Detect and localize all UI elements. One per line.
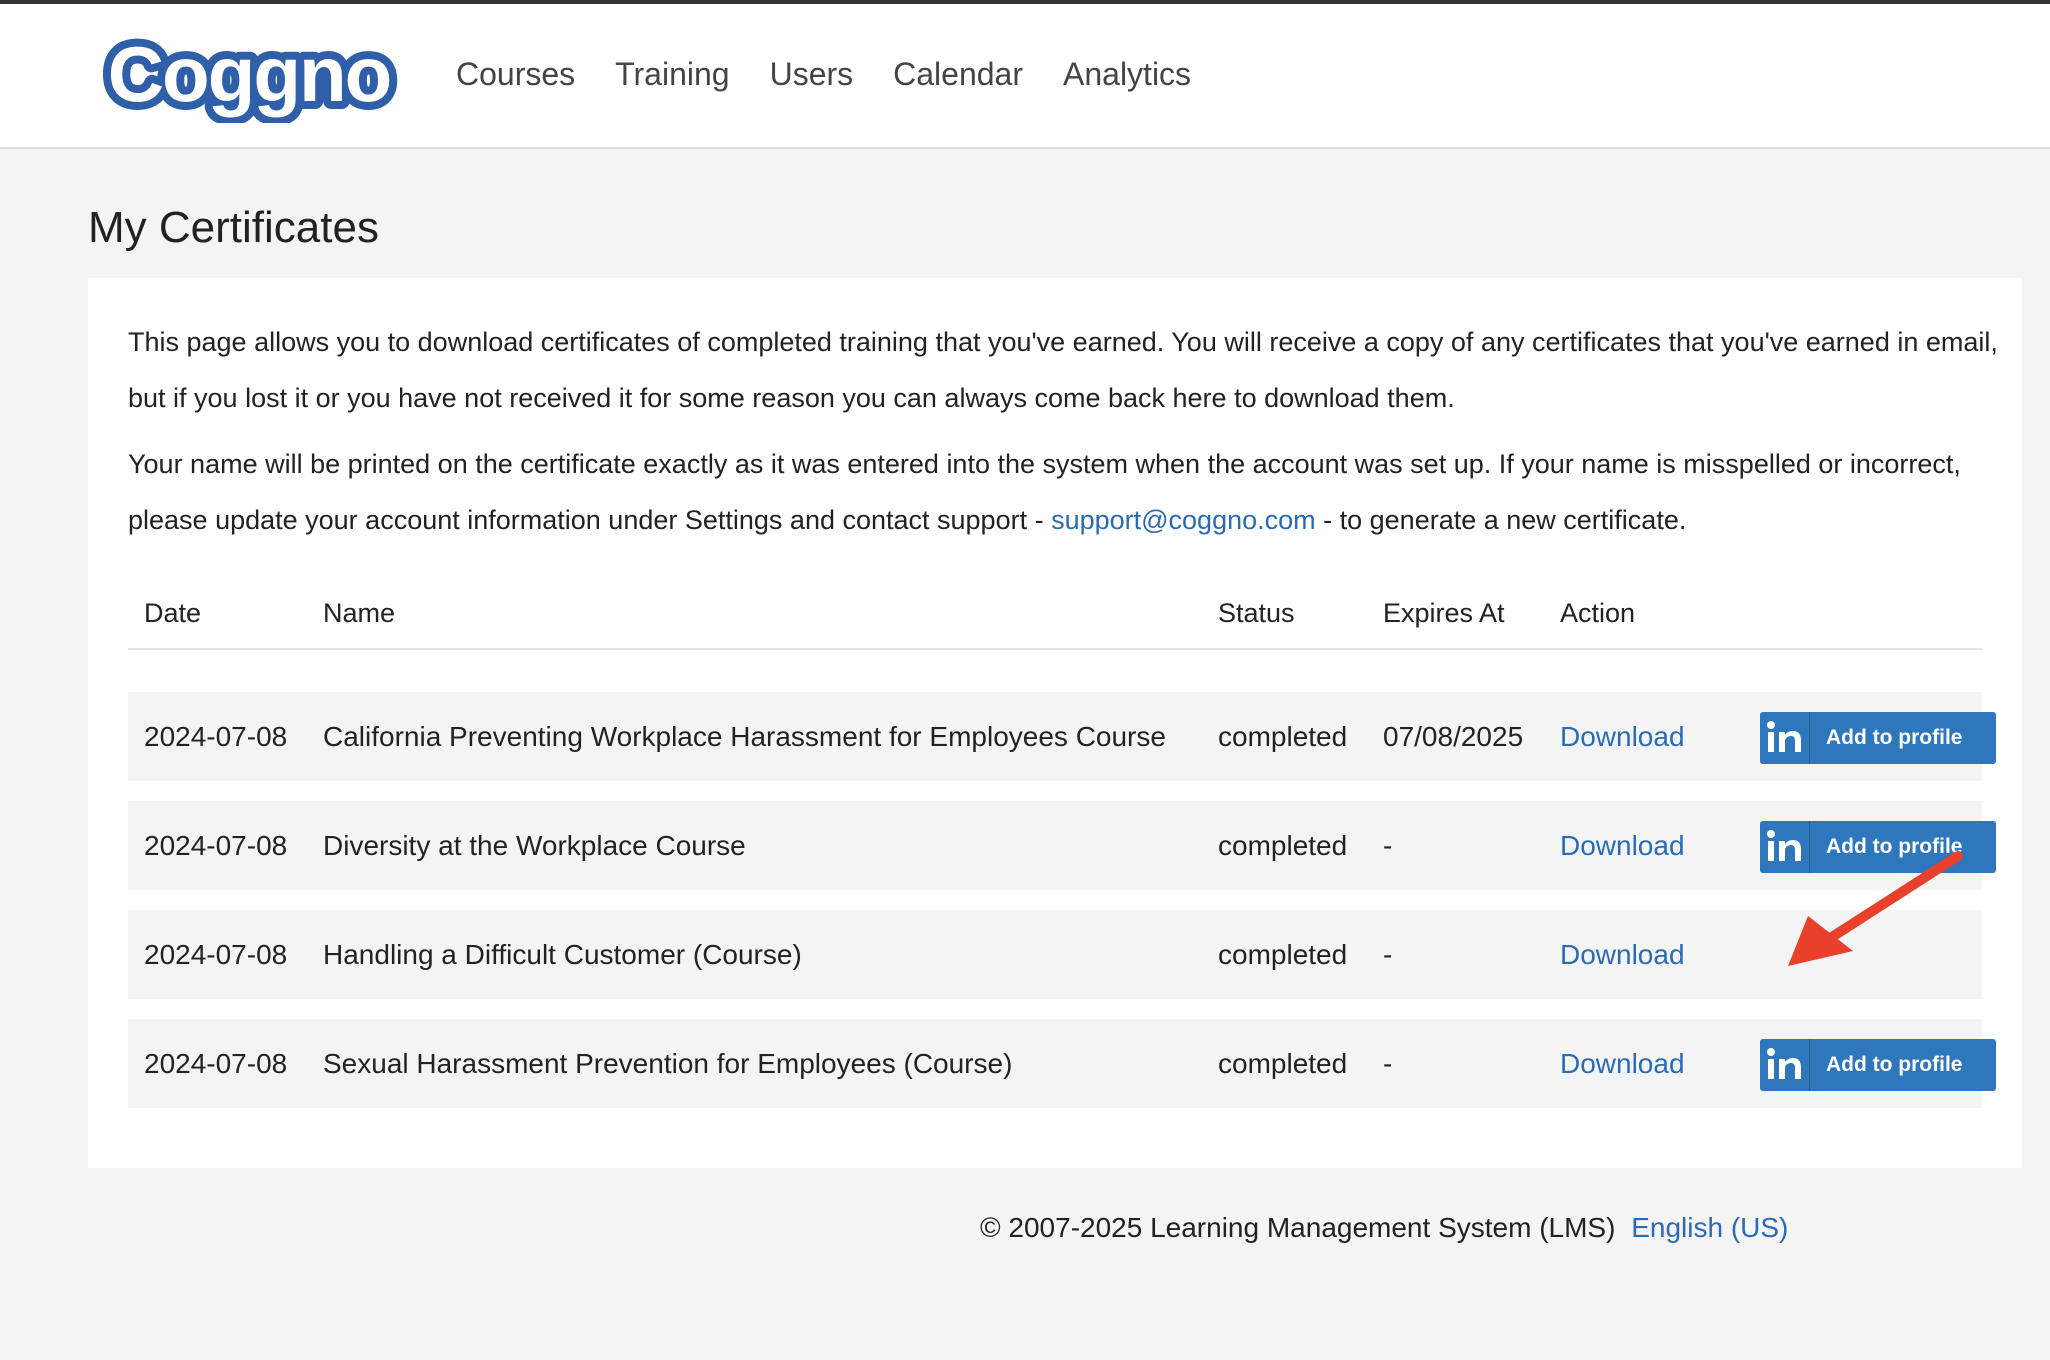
header-action: Action — [1560, 598, 1636, 628]
footer: © 2007-2025 Learning Management System (… — [980, 1212, 1788, 1244]
page-title: My Certificates — [88, 203, 379, 252]
cell-expires: - — [1383, 939, 1393, 970]
site-header: Coggno Courses Training Users Calendar A… — [0, 4, 2050, 149]
cell-expires: 07/08/2025 — [1383, 721, 1524, 752]
header-name: Name — [323, 598, 396, 628]
cell-status: completed — [1218, 1048, 1348, 1079]
cell-date: 2024-07-08 — [144, 721, 288, 752]
arrow-head — [1788, 916, 1853, 966]
main-nav: Courses Training Users Calendar Analytic… — [456, 56, 1231, 93]
intro-p2-after: - to generate a new certificate. — [1315, 505, 1687, 535]
nav-calendar[interactable]: Calendar — [893, 56, 1023, 93]
cell-date: 2024-07-08 — [144, 1048, 288, 1079]
red-arrow-annotation — [1788, 851, 1963, 966]
download-link[interactable]: Download — [1560, 1019, 1685, 1108]
linkedin-in-icon — [1760, 1039, 1810, 1091]
table-row: 2024-07-08 Handling a Difficult Customer … — [128, 910, 1982, 999]
intro-text: This page allows you to download certifi… — [128, 314, 2008, 548]
header-status: Status — [1218, 598, 1295, 628]
cell-status: completed — [1218, 721, 1348, 752]
table-row: 2024-07-08 Sexual Harassment Prevention f… — [128, 1019, 1996, 1108]
download-link[interactable]: Download — [1560, 801, 1685, 890]
linkedin-in-icon — [1760, 712, 1810, 764]
cell-expires: - — [1383, 830, 1393, 861]
language-link[interactable]: English (US) — [1631, 1212, 1788, 1243]
certificates-panel: This page allows you to download certifi… — [88, 278, 2022, 1168]
cell-expires: - — [1383, 1048, 1393, 1079]
intro-paragraph-1: This page allows you to download certifi… — [128, 327, 1998, 413]
header-date: Date — [144, 598, 202, 628]
download-link[interactable]: Download — [1560, 692, 1685, 781]
cell-status: completed — [1218, 939, 1348, 970]
nav-analytics[interactable]: Analytics — [1063, 56, 1191, 93]
linkedin-add-to-profile-button[interactable]: Add to profile — [1760, 712, 1996, 764]
arrow-shaft — [1813, 851, 1963, 951]
download-link[interactable]: Download — [1560, 910, 1685, 999]
table-row: 2024-07-08 Diversity at the Workplace Cou… — [128, 801, 1996, 890]
table-header: Date Name Status Expires At Action — [128, 598, 1982, 650]
support-email-link[interactable]: support@coggno.com — [1051, 505, 1316, 535]
intro-paragraph-2: Your name will be printed on the certifi… — [128, 436, 2008, 548]
cell-status: completed — [1218, 830, 1348, 861]
cell-name: California Preventing Workplace Harassme… — [323, 721, 1166, 752]
cell-date: 2024-07-08 — [144, 939, 288, 970]
cell-name: Diversity at the Workplace Course — [323, 830, 746, 861]
linkedin-button-label: Add to profile — [1826, 1053, 1963, 1076]
linkedin-add-to-profile-button[interactable]: Add to profile — [1760, 1039, 1996, 1091]
cell-name: Sexual Harassment Prevention for Employe… — [323, 1048, 1013, 1079]
header-expires: Expires At — [1383, 598, 1505, 628]
nav-training[interactable]: Training — [615, 56, 729, 93]
nav-courses[interactable]: Courses — [456, 56, 575, 93]
logo-text: Coggno — [108, 31, 391, 118]
linkedin-button-label: Add to profile — [1826, 726, 1963, 749]
coggno-logo[interactable]: Coggno — [88, 31, 410, 123]
nav-users[interactable]: Users — [770, 56, 854, 93]
table-row: 2024-07-08 California Preventing Workplac… — [128, 692, 1996, 781]
copyright-text: © 2007-2025 Learning Management System (… — [980, 1212, 1616, 1243]
cell-date: 2024-07-08 — [144, 830, 288, 861]
cell-name: Handling a Difficult Customer (Course) — [323, 939, 802, 970]
